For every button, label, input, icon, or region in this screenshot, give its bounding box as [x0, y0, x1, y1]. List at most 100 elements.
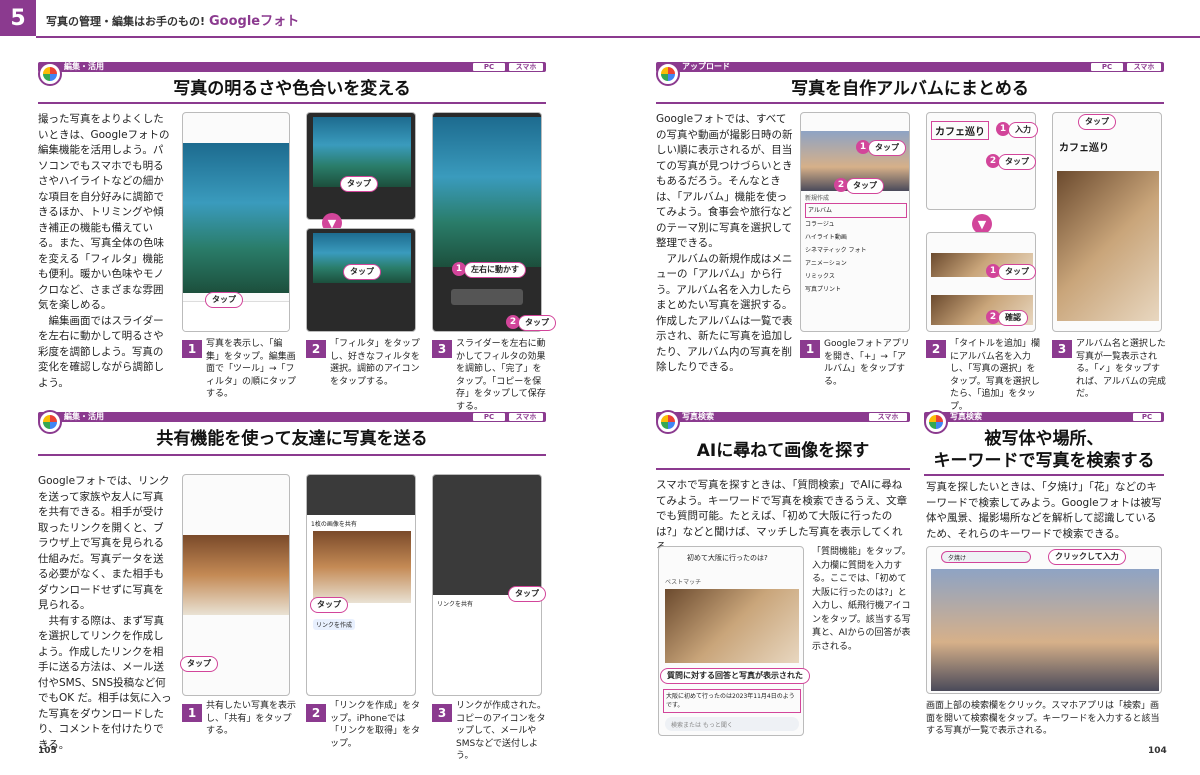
- arrow-down-icon: ▼: [972, 214, 992, 234]
- badge-pc: PC: [1132, 412, 1162, 422]
- callout-tap: タップ: [340, 176, 378, 192]
- screenshot-filter: [306, 112, 416, 220]
- step-number: 3: [432, 704, 452, 722]
- screenshot-ai-search: 初めて大阪に行ったのは? ベストマッチ 大阪に初めて行ったのは2023年11月4…: [658, 546, 804, 736]
- section-rule: [924, 474, 1164, 476]
- section-band: アップロード: [656, 62, 1164, 72]
- menu-item-collage[interactable]: コラージュ: [805, 218, 907, 231]
- step-number: 2: [306, 704, 326, 722]
- step-number: 1: [182, 340, 202, 358]
- match-photos: [665, 589, 799, 663]
- callout-tap: タップ: [180, 656, 218, 672]
- section-body: Googleフォトでは、リンクを送って家族や友人に写真を共有できる。相手が受け取…: [38, 475, 172, 751]
- step-caption: 「リンクを作成」をタップ。iPhoneでは「リンクを取得」をタップ。: [330, 701, 421, 749]
- callout-input: 入力: [1008, 122, 1038, 138]
- callout-tap: タップ: [868, 140, 906, 156]
- page-number: 105: [38, 746, 57, 756]
- step-caption: アルバム名と選択した写真が一覧表示される。「✓」をタップすれば、アルバムの完成だ…: [1076, 339, 1166, 399]
- menu-item-print[interactable]: 写真プリント: [805, 283, 907, 296]
- callout-tap: タップ: [998, 264, 1036, 280]
- best-match-label: ベストマッチ: [665, 579, 702, 586]
- ai-query: 初めて大阪に行ったのは?: [687, 554, 768, 562]
- badge-pc: PC: [1090, 62, 1124, 72]
- section-rule: [656, 102, 1164, 104]
- section-body: 写真を探したいときは、「夕焼け」「花」などのキーワードで検索してみよう。Goog…: [926, 481, 1162, 540]
- menu-item-album[interactable]: アルバム: [805, 203, 907, 218]
- step-number: 2: [306, 340, 326, 358]
- badge-smartphone: スマホ: [508, 412, 544, 422]
- create-link-button[interactable]: リンクを作成: [313, 619, 356, 630]
- callout-tap: タップ: [518, 315, 556, 331]
- step-caption: 共有したい写真を表示し、「共有」をタップする。: [206, 701, 297, 736]
- callout-tap: タップ: [1078, 114, 1116, 130]
- section-body: Googleフォトでは、すべての写真や動画が撮影日時の新しい順に表示されるが、目…: [656, 113, 793, 373]
- search-field[interactable]: 夕焼け: [941, 551, 1031, 563]
- step-number: 2: [926, 340, 946, 358]
- section-body: 撮った写真をよりよくしたいときは、Googleフォトの編集機能を活用しよう。パソ…: [38, 113, 170, 389]
- step-caption: 「タイトルを追加」欄にアルバム名を入力し、「写真の選択」をタップ。写真を選択した…: [950, 339, 1041, 412]
- step-caption: リンクが作成された。コピーのアイコンをタップして、メールやSMSなどで送付しよう…: [456, 701, 547, 761]
- share-header: 1枚の画像を共有: [311, 521, 357, 528]
- section-title-line1: 被写体や場所、: [984, 429, 1104, 449]
- section-band: 写真検索: [924, 412, 1164, 422]
- step-caption: 写真を表示し、「編集」をタップ。編集画面で「ツール」→「フィルタ」の順にタップす…: [206, 339, 297, 399]
- slider[interactable]: [451, 289, 523, 305]
- menu-item-animation[interactable]: アニメーション: [805, 257, 907, 270]
- menu-item-remix[interactable]: リミックス: [805, 270, 907, 283]
- callout-tap: タップ: [310, 597, 348, 613]
- section-rule: [38, 454, 546, 456]
- aquarium-photo: [433, 117, 541, 267]
- section-tag: 編集・活用: [64, 412, 104, 421]
- section-band: 編集・活用: [38, 62, 546, 72]
- step-number: 3: [432, 340, 452, 358]
- screenshot-album-complete: カフェ巡り: [1052, 112, 1162, 332]
- section-body: スマホで写真を探すときは、「質問検索」でAIに尋ねてみよう。キーワードで写真を検…: [656, 479, 908, 553]
- aquarium-photo: [183, 143, 289, 293]
- album-title-input[interactable]: カフェ巡り: [931, 121, 989, 140]
- step-number: 3: [1052, 340, 1072, 358]
- ai-answer: 大阪に初めて行ったのは2023年11月4日のようです。: [663, 689, 801, 713]
- create-menu: アルバム コラージュ ハイライト動画 シネマティック フォト アニメーション リ…: [805, 203, 907, 296]
- screenshot-share-sheet: 1枚の画像を共有 リンクを作成: [306, 474, 416, 696]
- album-photo-grid: [1057, 171, 1159, 321]
- screenshot-keyword-search: 夕焼け: [926, 546, 1162, 694]
- page-number: 104: [1148, 746, 1167, 756]
- callout-answer: 質問に対する回答と写真が表示された: [660, 668, 810, 684]
- callout-tap: タップ: [846, 178, 884, 194]
- section-tag: アップロード: [682, 62, 730, 71]
- section-band: 編集・活用: [38, 412, 546, 422]
- section-title: 写真の明るさや色合いを変える: [173, 79, 411, 99]
- section-rule: [38, 102, 546, 104]
- search-caption: 画面上部の検索欄をクリック。スマホアプリは「検索」画面を開いて検索欄をタップ。キ…: [926, 701, 1160, 736]
- section-title-line2: キーワードで写真を検索する: [933, 451, 1155, 471]
- section-rule: [656, 468, 910, 470]
- menu-item-cinematic[interactable]: シネマティック フォト: [805, 244, 907, 257]
- vase-photo: [183, 535, 289, 615]
- vase-photo: [313, 531, 411, 603]
- ask-input[interactable]: 検索または もっと聞く: [665, 717, 799, 731]
- section-title: 共有機能を使って友達に写真を送る: [156, 429, 428, 449]
- badge-pc: PC: [472, 62, 506, 72]
- menu-header: 新規作成: [805, 195, 830, 202]
- callout-tap: タップ: [205, 292, 243, 308]
- callout-drag: 左右に動かす: [464, 262, 526, 278]
- callout-confirm: 確認: [998, 310, 1028, 326]
- step-number: 1: [182, 704, 202, 722]
- album-name: カフェ巡り: [1059, 143, 1109, 154]
- callout-tap: タップ: [343, 264, 381, 280]
- screenshot-slider: [432, 112, 542, 332]
- step-caption: スライダーを左右に動かしてフィルタの効果を調節し、「完了」をタップ。「コピーを保…: [456, 339, 546, 412]
- badge-smartphone: スマホ: [1126, 62, 1162, 72]
- badge-smartphone: スマホ: [868, 412, 908, 422]
- section-title: 写真を自作アルバムにまとめる: [791, 79, 1029, 99]
- ai-caption: 「質問機能」をタップ。入力欄に質問を入力する。ここでは、「初めて大阪に行ったのは…: [812, 547, 911, 652]
- callout-click-input: クリックして入力: [1048, 549, 1126, 565]
- badge-smartphone: スマホ: [508, 62, 544, 72]
- menu-item-highlight[interactable]: ハイライト動画: [805, 231, 907, 244]
- callout-tap: タップ: [508, 586, 546, 602]
- step-caption: 「フィルタ」をタップし、好きなフィルタを選択。調節のアイコンをタップする。: [330, 339, 420, 387]
- callout-tap: タップ: [998, 154, 1036, 170]
- badge-pc: PC: [472, 412, 506, 422]
- google-photos-logo-icon: [656, 410, 680, 434]
- left-page: 編集・活用 PC スマホ 写真の明るさや色合いを変える 撮った写真をよりよくした…: [0, 0, 600, 775]
